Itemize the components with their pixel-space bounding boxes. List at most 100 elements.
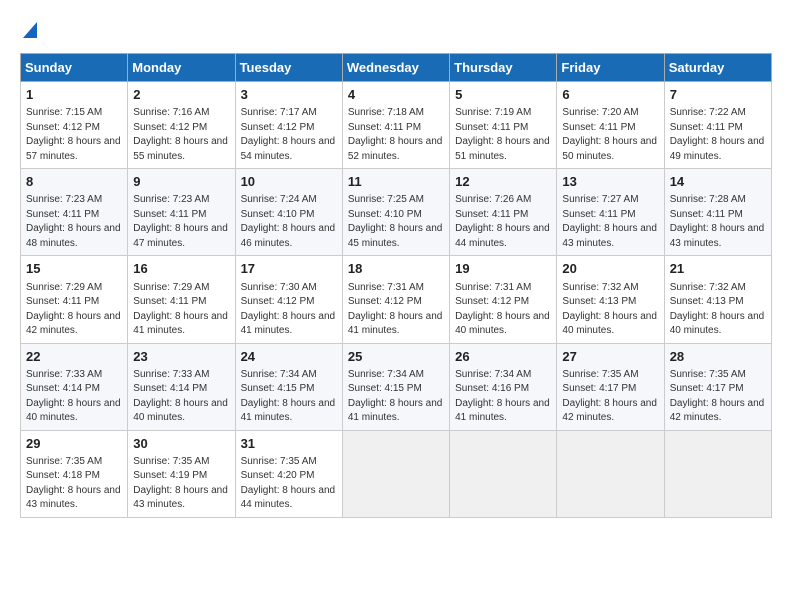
calendar-cell: 19 Sunrise: 7:31 AMSunset: 4:12 PMDayligh… [450,256,557,343]
cell-details: Sunrise: 7:23 AMSunset: 4:11 PMDaylight:… [133,193,229,251]
cell-details: Sunrise: 7:33 AMSunset: 4:14 PMDaylight:… [26,368,122,426]
day-number: 11 [348,173,444,191]
cell-details: Sunrise: 7:34 AMSunset: 4:16 PMDaylight:… [455,368,551,426]
cell-details: Sunrise: 7:25 AMSunset: 4:10 PMDaylight:… [348,193,444,251]
cell-details: Sunrise: 7:19 AMSunset: 4:11 PMDaylight:… [455,106,551,164]
cell-details: Sunrise: 7:26 AMSunset: 4:11 PMDaylight:… [455,193,551,251]
calendar-cell: 31Sunrise: 7:35 AMSunset: 4:20 PMDayligh… [235,430,342,517]
day-number: 14 [670,173,766,191]
calendar-week-row: 22 Sunrise: 7:33 AMSunset: 4:14 PMDayligh… [21,343,772,430]
day-number: 2 [133,86,229,104]
calendar-cell [557,430,664,517]
cell-details: Sunrise: 7:23 AMSunset: 4:11 PMDaylight:… [26,193,122,251]
calendar-table: SundayMondayTuesdayWednesdayThursdayFrid… [20,53,772,518]
calendar-week-row: 29 Sunrise: 7:35 AMSunset: 4:18 PMDayligh… [21,430,772,517]
header-wednesday: Wednesday [342,54,449,82]
cell-details: Sunrise: 7:32 AMSunset: 4:13 PMDaylight:… [670,281,766,339]
logo [20,20,37,43]
calendar-cell: 29 Sunrise: 7:35 AMSunset: 4:18 PMDayligh… [21,430,128,517]
day-number: 7 [670,86,766,104]
day-number: 5 [455,86,551,104]
calendar-cell: 13 Sunrise: 7:27 AMSunset: 4:11 PMDayligh… [557,169,664,256]
cell-details: Sunrise: 7:34 AMSunset: 4:15 PMDaylight:… [241,368,337,426]
cell-details: Sunrise: 7:27 AMSunset: 4:11 PMDaylight:… [562,193,658,251]
calendar-cell: 15 Sunrise: 7:29 AMSunset: 4:11 PMDayligh… [21,256,128,343]
calendar-cell: 17 Sunrise: 7:30 AMSunset: 4:12 PMDayligh… [235,256,342,343]
day-number: 4 [348,86,444,104]
calendar-cell: 30 Sunrise: 7:35 AMSunset: 4:19 PMDayligh… [128,430,235,517]
calendar-cell: 12 Sunrise: 7:26 AMSunset: 4:11 PMDayligh… [450,169,557,256]
day-number: 6 [562,86,658,104]
calendar-cell: 22 Sunrise: 7:33 AMSunset: 4:14 PMDayligh… [21,343,128,430]
calendar-cell: 23 Sunrise: 7:33 AMSunset: 4:14 PMDayligh… [128,343,235,430]
calendar-cell: 9 Sunrise: 7:23 AMSunset: 4:11 PMDaylight… [128,169,235,256]
day-number: 23 [133,348,229,366]
day-number: 22 [26,348,122,366]
day-number: 3 [241,86,337,104]
day-number: 19 [455,260,551,278]
day-number: 16 [133,260,229,278]
day-number: 24 [241,348,337,366]
day-number: 31 [241,435,337,453]
calendar-cell: 5 Sunrise: 7:19 AMSunset: 4:11 PMDaylight… [450,82,557,169]
calendar-cell: 1 Sunrise: 7:15 AMSunset: 4:12 PMDaylight… [21,82,128,169]
day-number: 18 [348,260,444,278]
header-saturday: Saturday [664,54,771,82]
calendar-cell: 8 Sunrise: 7:23 AMSunset: 4:11 PMDaylight… [21,169,128,256]
cell-details: Sunrise: 7:28 AMSunset: 4:11 PMDaylight:… [670,193,766,251]
day-number: 29 [26,435,122,453]
cell-details: Sunrise: 7:29 AMSunset: 4:11 PMDaylight:… [133,281,229,339]
cell-details: Sunrise: 7:30 AMSunset: 4:12 PMDaylight:… [241,281,337,339]
cell-details: Sunrise: 7:24 AMSunset: 4:10 PMDaylight:… [241,193,337,251]
page-header [20,20,772,43]
header-monday: Monday [128,54,235,82]
cell-details: Sunrise: 7:35 AMSunset: 4:18 PMDaylight:… [26,455,122,513]
day-number: 1 [26,86,122,104]
calendar-cell: 7 Sunrise: 7:22 AMSunset: 4:11 PMDaylight… [664,82,771,169]
day-number: 15 [26,260,122,278]
header-friday: Friday [557,54,664,82]
day-number: 12 [455,173,551,191]
calendar-cell: 14 Sunrise: 7:28 AMSunset: 4:11 PMDayligh… [664,169,771,256]
calendar-cell: 2Sunrise: 7:16 AMSunset: 4:12 PMDaylight… [128,82,235,169]
cell-details: Sunrise: 7:29 AMSunset: 4:11 PMDaylight:… [26,281,122,339]
calendar-cell: 10Sunrise: 7:24 AMSunset: 4:10 PMDayligh… [235,169,342,256]
header-tuesday: Tuesday [235,54,342,82]
calendar-cell: 25Sunrise: 7:34 AMSunset: 4:15 PMDayligh… [342,343,449,430]
calendar-cell: 3 Sunrise: 7:17 AMSunset: 4:12 PMDaylight… [235,82,342,169]
calendar-cell: 11 Sunrise: 7:25 AMSunset: 4:10 PMDayligh… [342,169,449,256]
calendar-cell: 20Sunrise: 7:32 AMSunset: 4:13 PMDayligh… [557,256,664,343]
cell-details: Sunrise: 7:35 AMSunset: 4:19 PMDaylight:… [133,455,229,513]
calendar-cell: 6 Sunrise: 7:20 AMSunset: 4:11 PMDaylight… [557,82,664,169]
day-number: 21 [670,260,766,278]
calendar-header-row: SundayMondayTuesdayWednesdayThursdayFrid… [21,54,772,82]
day-number: 26 [455,348,551,366]
day-number: 9 [133,173,229,191]
cell-details: Sunrise: 7:18 AMSunset: 4:11 PMDaylight:… [348,106,444,164]
cell-details: Sunrise: 7:33 AMSunset: 4:14 PMDaylight:… [133,368,229,426]
day-number: 27 [562,348,658,366]
cell-details: Sunrise: 7:31 AMSunset: 4:12 PMDaylight:… [455,281,551,339]
calendar-cell [450,430,557,517]
calendar-cell: 16 Sunrise: 7:29 AMSunset: 4:11 PMDayligh… [128,256,235,343]
cell-details: Sunrise: 7:17 AMSunset: 4:12 PMDaylight:… [241,106,337,164]
cell-details: Sunrise: 7:31 AMSunset: 4:12 PMDaylight:… [348,281,444,339]
calendar-cell: 21 Sunrise: 7:32 AMSunset: 4:13 PMDayligh… [664,256,771,343]
day-number: 17 [241,260,337,278]
cell-details: Sunrise: 7:22 AMSunset: 4:11 PMDaylight:… [670,106,766,164]
day-number: 13 [562,173,658,191]
calendar-cell: 18 Sunrise: 7:31 AMSunset: 4:12 PMDayligh… [342,256,449,343]
logo-triangle-icon [23,22,37,43]
day-number: 25 [348,348,444,366]
cell-details: Sunrise: 7:15 AMSunset: 4:12 PMDaylight:… [26,106,122,164]
calendar-cell [342,430,449,517]
header-sunday: Sunday [21,54,128,82]
calendar-week-row: 8 Sunrise: 7:23 AMSunset: 4:11 PMDaylight… [21,169,772,256]
calendar-cell: 27Sunrise: 7:35 AMSunset: 4:17 PMDayligh… [557,343,664,430]
cell-details: Sunrise: 7:35 AMSunset: 4:17 PMDaylight:… [670,368,766,426]
cell-details: Sunrise: 7:20 AMSunset: 4:11 PMDaylight:… [562,106,658,164]
header-thursday: Thursday [450,54,557,82]
calendar-cell: 26 Sunrise: 7:34 AMSunset: 4:16 PMDayligh… [450,343,557,430]
day-number: 8 [26,173,122,191]
day-number: 30 [133,435,229,453]
